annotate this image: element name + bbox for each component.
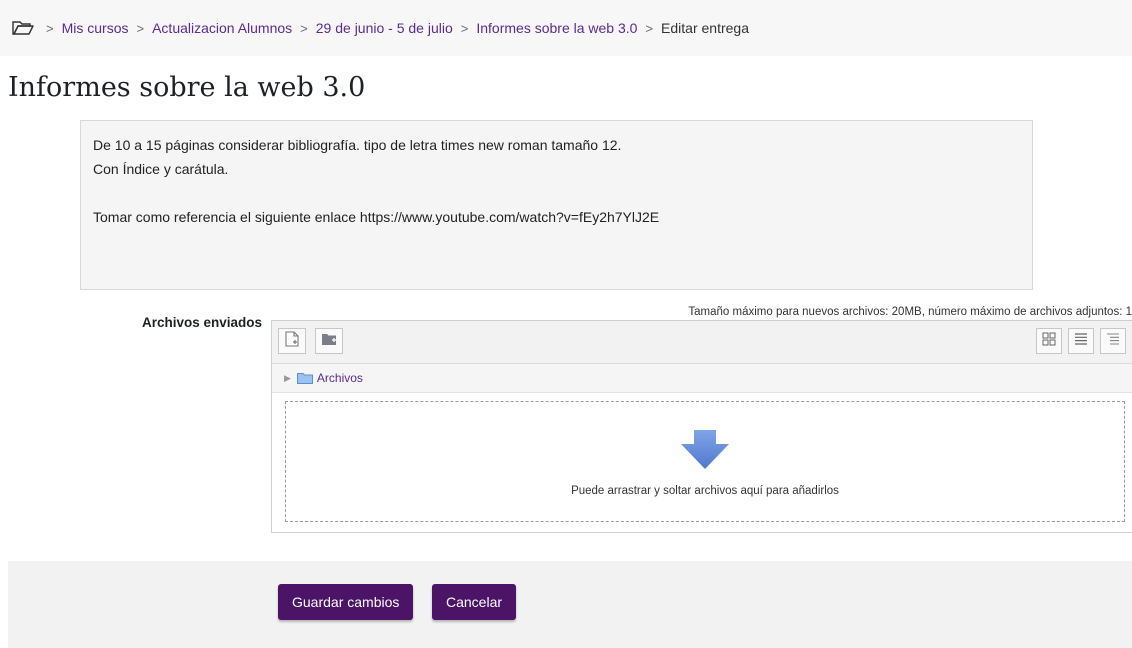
grid-view-icon (1042, 332, 1056, 351)
folder-icon (296, 372, 313, 384)
file-manager-path: ▶ Archivos (272, 364, 1132, 393)
breadcrumb-current: Editar entrega (661, 20, 749, 36)
breadcrumb-separator: > (300, 20, 308, 36)
breadcrumb-separator: > (645, 20, 654, 36)
file-manager-toolbar (272, 321, 1132, 364)
breadcrumb-link-course[interactable]: Actualizacion Alumnos (152, 20, 292, 36)
file-manager: ▶ Archivos Puede arrastrar y soltar arch… (271, 320, 1132, 533)
breadcrumb-link-week[interactable]: 29 de junio - 5 de julio (316, 20, 453, 36)
description-line: Tomar como referencia el siguiente enlac… (93, 209, 660, 225)
create-folder-button[interactable] (315, 328, 343, 354)
breadcrumb-separator: > (460, 20, 469, 36)
view-tree-button[interactable] (1100, 328, 1126, 354)
create-folder-icon (321, 332, 337, 351)
page-title: Informes sobre la web 3.0 (8, 72, 366, 103)
expand-triangle-icon[interactable]: ▶ (284, 373, 291, 384)
cancel-button[interactable]: Cancelar (432, 584, 517, 620)
page: > Mis cursos > Actualizacion Alumnos > 2… (0, 0, 1132, 648)
view-icons-button[interactable] (1036, 328, 1062, 354)
list-view-icon (1074, 332, 1088, 350)
breadcrumb: > Mis cursos > Actualizacion Alumnos > 2… (0, 0, 1132, 56)
save-changes-button[interactable]: Guardar cambios (278, 584, 414, 620)
add-file-button[interactable] (278, 328, 306, 354)
description-line: Con Índice y carátula. (93, 161, 229, 177)
breadcrumb-separator: > (46, 20, 54, 36)
breadcrumb-link-mis-cursos[interactable]: Mis cursos (62, 20, 129, 36)
view-list-button[interactable] (1068, 328, 1094, 354)
breadcrumb-link-assignment[interactable]: Informes sobre la web 3.0 (476, 20, 637, 36)
form-footer (8, 561, 1132, 648)
dropzone-instructions: Puede arrastrar y soltar archivos aquí p… (571, 485, 839, 497)
file-limits-text: Tamaño máximo para nuevos archivos: 20MB… (688, 306, 1132, 318)
add-file-icon (285, 330, 299, 352)
submitted-files-label: Archivos enviados (141, 315, 262, 330)
tree-view-icon (1106, 332, 1120, 350)
file-dropzone[interactable]: Puede arrastrar y soltar archivos aquí p… (285, 401, 1125, 522)
description-spacer (93, 181, 1020, 205)
breadcrumb-separator: > (136, 20, 145, 36)
drop-arrow-icon (680, 430, 730, 470)
description-line: De 10 a 15 páginas considerar bibliograf… (93, 137, 622, 153)
assignment-description: De 10 a 15 páginas considerar bibliograf… (80, 120, 1033, 290)
folder-open-icon (12, 20, 34, 36)
path-folder-link[interactable]: Archivos (317, 371, 363, 385)
